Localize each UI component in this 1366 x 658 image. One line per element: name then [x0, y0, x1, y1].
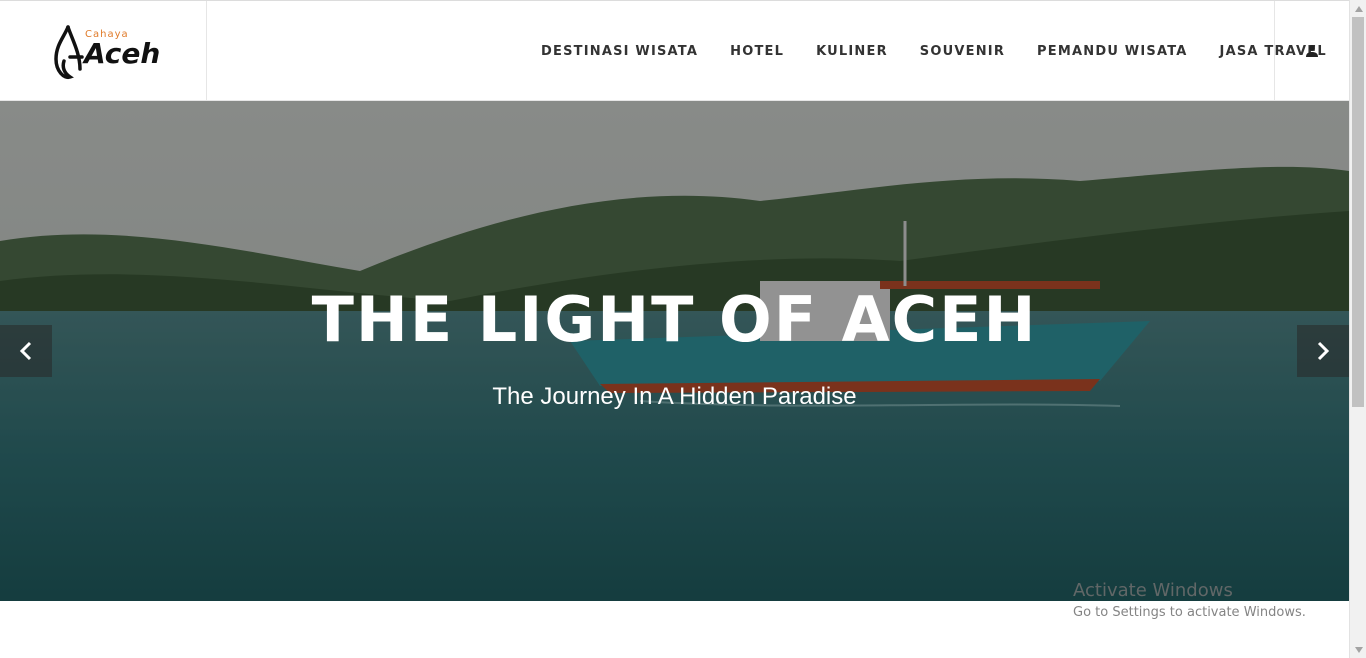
site-header: Aceh Cahaya DESTINASI WISATA HOTEL KULIN…: [0, 0, 1349, 101]
nav-item-souvenir[interactable]: SOUVENIR: [904, 44, 1021, 59]
user-account-button[interactable]: [1274, 1, 1349, 101]
main-nav: DESTINASI WISATA HOTEL KULINER SOUVENIR …: [525, 1, 1343, 101]
scroll-up-arrow[interactable]: [1350, 0, 1366, 17]
nav-item-destinasi-wisata[interactable]: DESTINASI WISATA: [525, 44, 714, 59]
nav-item-hotel[interactable]: HOTEL: [714, 44, 800, 59]
activate-windows-watermark: Activate Windows Go to Settings to activ…: [1073, 580, 1343, 620]
hero-slider: THE LIGHT OF ACEH The Journey In A Hidde…: [0, 101, 1349, 601]
page: Aceh Cahaya DESTINASI WISATA HOTEL KULIN…: [0, 0, 1366, 658]
logo-small-text: Cahaya: [85, 29, 129, 40]
scrollbar-thumb[interactable]: [1352, 17, 1364, 407]
logo-main-text: Aceh: [82, 37, 160, 70]
logo-container: Aceh Cahaya: [0, 1, 207, 101]
chevron-left-icon: [19, 341, 32, 361]
triangle-down-icon: [1354, 646, 1363, 653]
chevron-right-icon: [1317, 341, 1330, 361]
page-scrollbar[interactable]: [1349, 0, 1366, 658]
user-icon: [1306, 45, 1318, 57]
watermark-subtitle: Go to Settings to activate Windows.: [1073, 605, 1306, 620]
nav-item-kuliner[interactable]: KULINER: [800, 44, 904, 59]
site-logo[interactable]: Aceh Cahaya: [50, 23, 160, 83]
slider-prev-button[interactable]: [0, 325, 52, 377]
nav-item-pemandu-wisata[interactable]: PEMANDU WISATA: [1021, 44, 1203, 59]
triangle-up-icon: [1354, 5, 1363, 12]
hero-subtitle: The Journey In A Hidden Paradise: [492, 383, 857, 410]
scroll-down-arrow[interactable]: [1350, 641, 1366, 658]
hero-title: THE LIGHT OF ACEH: [311, 283, 1038, 356]
slider-next-button[interactable]: [1297, 325, 1349, 377]
watermark-title: Activate Windows: [1073, 580, 1233, 601]
